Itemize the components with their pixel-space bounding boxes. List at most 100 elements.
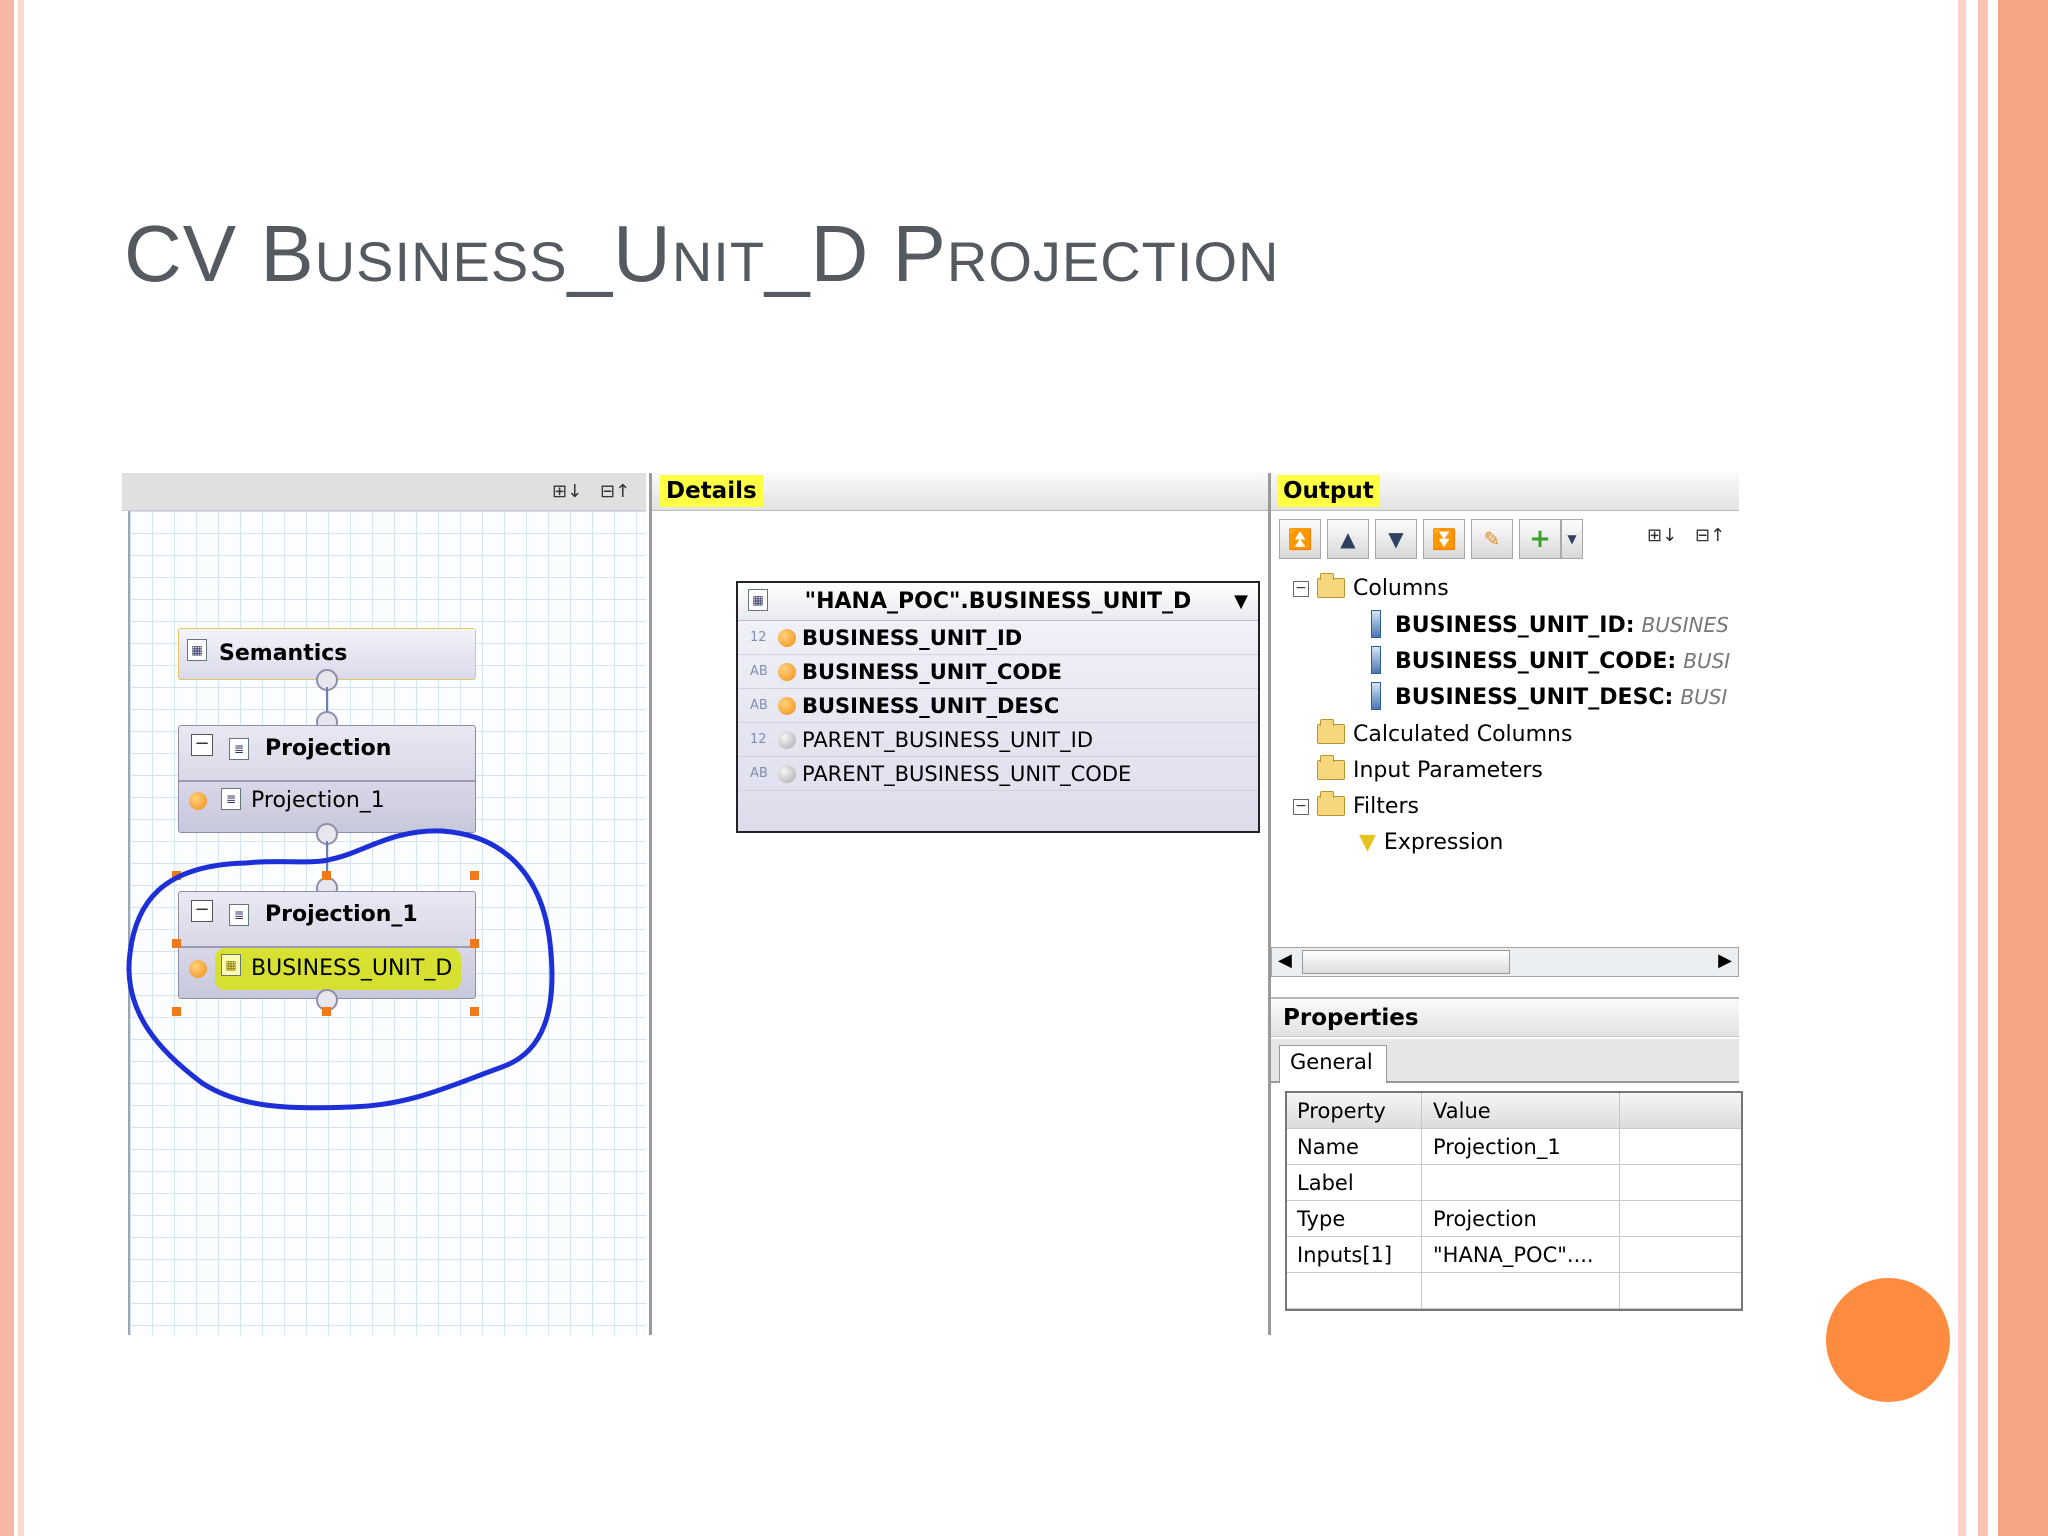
tree-columns[interactable]: Columns	[1317, 571, 1449, 607]
datatype-icon: AB	[750, 664, 768, 679]
unselected-column-icon[interactable]	[778, 731, 796, 749]
calculated-columns-label: Calculated Columns	[1353, 722, 1573, 747]
orange-circle	[1826, 1278, 1950, 1402]
annotation-circle	[126, 828, 555, 1111]
dropdown-arrow-icon[interactable]: ▼	[1234, 583, 1248, 621]
columns-label: Columns	[1353, 576, 1449, 601]
property-row[interactable]: Inputs[1] "HANA_POC"....	[1287, 1237, 1741, 1273]
left-accent-stripe	[0, 0, 24, 1536]
output-title: Output	[1277, 475, 1380, 507]
datatype-icon: 12	[750, 732, 767, 747]
add-button[interactable]: +	[1519, 519, 1561, 559]
scenario-editor-panel: ⊞↓ ⊟↑ ▦ Semantics − ≣ Projection ≣ Proje…	[122, 473, 646, 1335]
tree-expression[interactable]: ▼ Expression	[1359, 825, 1503, 861]
move-down-button[interactable]: ▼	[1375, 519, 1417, 559]
table-icon: ▦	[748, 589, 768, 611]
folder-icon	[1317, 755, 1345, 780]
unselected-column-icon[interactable]	[778, 765, 796, 783]
table-row[interactable]: AB BUSINESS_UNIT_DESC	[738, 689, 1258, 723]
table-row[interactable]: AB BUSINESS_UNIT_CODE	[738, 655, 1258, 689]
property-row[interactable]: Type Projection	[1287, 1201, 1741, 1237]
filter-funnel-icon: ▼	[1359, 830, 1376, 855]
calculation-view-screenshot: ⊞↓ ⊟↑ ▦ Semantics − ≣ Projection ≣ Proje…	[122, 473, 1754, 1335]
properties-header-row: Property Value	[1287, 1093, 1741, 1129]
column-icon	[1371, 610, 1381, 638]
value-column-header[interactable]: Value	[1433, 1093, 1491, 1129]
output-column-type: BUSI	[1680, 685, 1728, 709]
property-row[interactable]: Name Projection_1	[1287, 1129, 1741, 1165]
output-column-name: BUSINESS_UNIT_ID:	[1395, 613, 1635, 638]
move-up-button[interactable]: ▲	[1327, 519, 1369, 559]
properties-header: Properties	[1271, 997, 1739, 1037]
property-name: Inputs[1]	[1297, 1243, 1393, 1267]
datatype-icon: 12	[750, 630, 767, 645]
column-divider	[1619, 1093, 1620, 1309]
selected-column-icon[interactable]	[778, 663, 796, 681]
right-accent-stripe	[1958, 0, 2048, 1536]
property-name: Name	[1297, 1135, 1359, 1159]
column-name: PARENT_BUSINESS_UNIT_ID	[802, 728, 1093, 752]
output-column-type: BUSI	[1683, 649, 1731, 673]
column-name: BUSINESS_UNIT_CODE	[802, 660, 1063, 684]
edit-button[interactable]: ✎	[1471, 519, 1513, 559]
scroll-thumb[interactable]	[1302, 950, 1510, 974]
general-tab[interactable]: General	[1279, 1045, 1387, 1083]
input-parameters-label: Input Parameters	[1353, 758, 1543, 783]
column-name: PARENT_BUSINESS_UNIT_CODE	[802, 762, 1132, 786]
property-name: Label	[1297, 1171, 1354, 1195]
output-column-name: BUSINESS_UNIT_DESC:	[1395, 685, 1674, 710]
expression-label: Expression	[1383, 830, 1504, 855]
output-properties-panel: Output ⏫ ▲ ▼ ⏬ ✎ + ▼ ⊞↓ ⊟↑ − Columns BUS…	[1268, 473, 1754, 1335]
selected-column-icon[interactable]	[778, 629, 796, 647]
properties-tab-bar: General	[1271, 1039, 1739, 1083]
general-tab-label: General	[1290, 1050, 1373, 1074]
horizontal-scrollbar[interactable]: ◀ ▶	[1271, 947, 1739, 977]
column-name: BUSINESS_UNIT_DESC	[802, 694, 1060, 718]
data-source-table[interactable]: ▦ "HANA_POC".BUSINESS_UNIT_D ▼ 12 BUSINES…	[736, 581, 1260, 833]
collapse-columns-icon[interactable]: −	[1293, 581, 1309, 597]
table-name: "HANA_POC".BUSINESS_UNIT_D	[804, 589, 1192, 614]
folder-icon	[1317, 573, 1345, 598]
properties-table: Property Value Name Projection_1 Label Type…	[1285, 1091, 1743, 1311]
empty-row	[1287, 1273, 1741, 1309]
details-title: Details	[660, 475, 763, 507]
add-dropdown-button[interactable]: ▼	[1561, 519, 1583, 559]
output-column-item[interactable]: BUSINESS_UNIT_CODE: BUSI	[1371, 643, 1730, 680]
property-row[interactable]: Label	[1287, 1165, 1741, 1201]
property-value[interactable]: Projection_1	[1433, 1129, 1561, 1165]
expand-all-icon[interactable]: ⊞↓	[1647, 525, 1677, 547]
property-value[interactable]: Projection	[1433, 1201, 1537, 1237]
table-row[interactable]: 12 BUSINESS_UNIT_ID	[738, 621, 1258, 655]
scroll-right-arrow-icon[interactable]: ▶	[1718, 950, 1732, 971]
property-column-header[interactable]: Property	[1297, 1093, 1386, 1129]
output-column-type: BUSINES	[1641, 613, 1729, 637]
output-header: Output	[1271, 473, 1739, 511]
output-column-name: BUSINESS_UNIT_CODE:	[1395, 649, 1677, 674]
table-header: ▦ "HANA_POC".BUSINESS_UNIT_D ▼	[738, 583, 1258, 621]
folder-icon	[1317, 719, 1345, 744]
move-top-button[interactable]: ⏫	[1279, 519, 1321, 559]
move-bottom-button[interactable]: ⏬	[1423, 519, 1465, 559]
collapse-filters-icon[interactable]: −	[1293, 799, 1309, 815]
tree-filters[interactable]: Filters	[1317, 789, 1419, 825]
property-name: Type	[1297, 1207, 1346, 1231]
property-value[interactable]: "HANA_POC"....	[1433, 1237, 1594, 1273]
tree-calculated-columns[interactable]: Calculated Columns	[1317, 717, 1572, 753]
slide-title: CV Business_Unit_D Projection	[124, 208, 1279, 300]
output-column-item[interactable]: BUSINESS_UNIT_ID: BUSINES	[1371, 607, 1729, 644]
selected-column-icon[interactable]	[778, 697, 796, 715]
column-icon	[1371, 682, 1381, 710]
datatype-icon: AB	[750, 698, 768, 713]
output-column-item[interactable]: BUSINESS_UNIT_DESC: BUSI	[1371, 679, 1727, 716]
column-divider	[1421, 1093, 1422, 1309]
properties-title: Properties	[1283, 1005, 1419, 1031]
table-row[interactable]: AB PARENT_BUSINESS_UNIT_CODE	[738, 757, 1258, 791]
table-row[interactable]: 12 PARENT_BUSINESS_UNIT_ID	[738, 723, 1258, 757]
tree-input-parameters[interactable]: Input Parameters	[1317, 753, 1543, 789]
scroll-left-arrow-icon[interactable]: ◀	[1278, 950, 1292, 971]
collapse-all-icon[interactable]: ⊟↑	[1695, 525, 1725, 547]
column-icon	[1371, 646, 1381, 674]
folder-icon	[1317, 791, 1345, 816]
slide-title-text: CV Business_Unit_D Projection	[124, 209, 1280, 298]
filters-label: Filters	[1353, 794, 1419, 819]
